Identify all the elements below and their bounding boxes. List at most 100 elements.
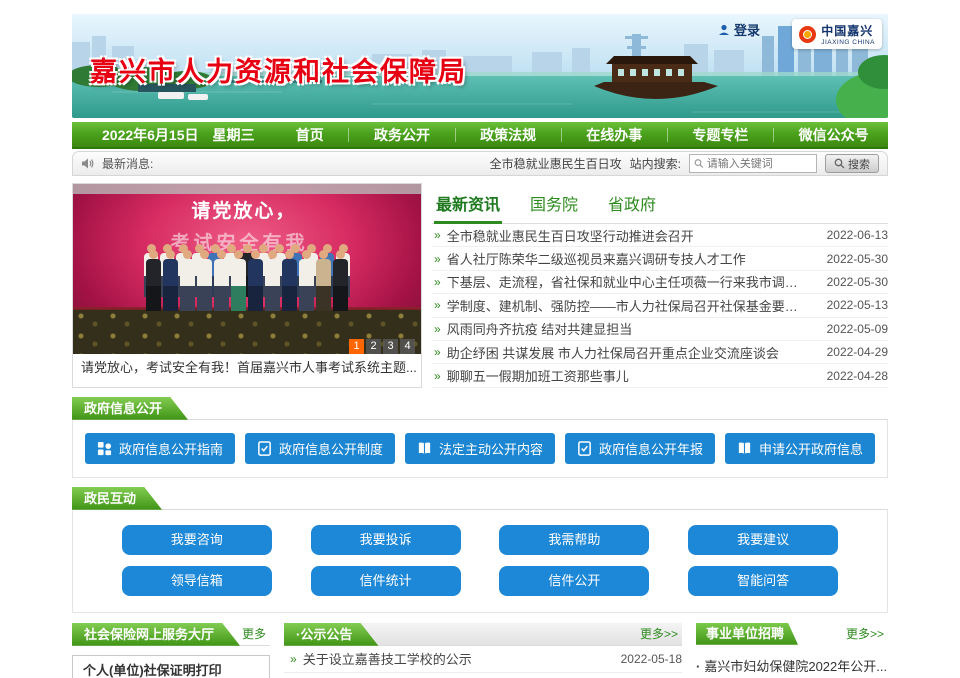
news-panel: 最新资讯 国务院 省政府 »全市稳就业惠民生百日攻坚行动推进会召开2022-06… — [432, 183, 888, 388]
login-label: 登录 — [734, 20, 760, 39]
nav-item-gov-open[interactable]: 政务公开 — [360, 125, 444, 145]
request-disclosure-button[interactable]: 申请公开政府信息 — [725, 433, 875, 464]
nav-separator — [561, 128, 562, 142]
smart-qa-button[interactable]: 智能问答 — [688, 566, 838, 596]
notice-date: 2022-05-18 — [606, 652, 682, 666]
news-date: 2022-04-28 — [812, 369, 888, 383]
photo-carousel[interactable]: 请党放心， 考试安全有我 1 2 3 4 请党放心，考试安全有我！首届嘉兴市人事… — [72, 183, 422, 388]
news-title[interactable]: 全市稳就业惠民生百日攻坚行动推进会召开 — [447, 226, 804, 245]
gov-info-guide-button[interactable]: 政府信息公开指南 — [85, 433, 235, 464]
news-title[interactable]: 省人社厅陈荣华二级巡视员来嘉兴调研专技人才工作 — [447, 249, 804, 268]
double-arrow-icon: » — [434, 298, 441, 312]
news-row[interactable]: »下基层、走流程，省社保和就业中心主任项薇一行来我市调研“国统”上线情况2022… — [432, 271, 888, 294]
button-label: 政府信息公开指南 — [119, 439, 223, 458]
page-dot-2[interactable]: 2 — [366, 339, 381, 354]
social-more-link[interactable]: 更多 — [242, 623, 270, 646]
tab-latest-news[interactable]: 最新资讯 — [434, 187, 502, 224]
logo-subtitle: JIAXING CHINA — [821, 39, 875, 46]
notice-title[interactable]: 关于设立嘉善技工学校的公示 — [303, 649, 600, 668]
news-ticker-bar: 最新消息: 全市稳就业惠民生百日攻 站内搜索: 搜索 — [72, 151, 888, 176]
suggestion-button[interactable]: 我要建议 — [688, 525, 838, 555]
page-dot-1[interactable]: 1 — [349, 339, 364, 354]
news-row[interactable]: » 助企纾困 共谋发展 市人力社保局召开重点企业交流座谈会 2022-04-29 — [432, 341, 888, 364]
recruit-row[interactable]: 嘉兴市妇幼保健院2022年公开... — [696, 656, 888, 675]
news-date: 2022-05-09 — [812, 322, 888, 336]
news-title[interactable]: 学制度、建机制、强防控——市人力社保局召开社保基金要情专题学习会 — [447, 296, 804, 315]
site-title: 嘉兴市人力资源和社会保障局 — [90, 50, 467, 89]
social-cert-print-item[interactable]: 个人(单位)社保证明打印 — [72, 655, 270, 678]
complaint-button[interactable]: 我要投诉 — [311, 525, 461, 555]
carousel-caption[interactable]: 请党放心，考试安全有我！首届嘉兴市人事考试系统主题... — [73, 354, 421, 381]
double-arrow-icon: » — [434, 322, 441, 336]
search-button[interactable]: 搜索 — [825, 154, 879, 173]
ticker-scrolling-text[interactable]: 全市稳就业惠民生百日攻 — [161, 155, 621, 172]
search-button-label: 搜索 — [848, 156, 870, 172]
news-date: 2022-05-13 — [812, 298, 888, 312]
nav-separator — [667, 128, 668, 142]
letter-stats-button[interactable]: 信件统计 — [311, 566, 461, 596]
button-label: 政府信息公开年报 — [599, 439, 703, 458]
news-title[interactable]: 下基层、走流程，省社保和就业中心主任项薇一行来我市调研“国统”上线情况 — [447, 272, 804, 291]
double-arrow-icon: » — [434, 228, 441, 242]
notice-row[interactable]: » 关于设立嘉善技工学校的公示 2022-05-18 — [284, 646, 682, 673]
news-title[interactable]: 聊聊五一假期加班工资那些事儿 — [447, 366, 804, 385]
jiaxing-logo: 中国嘉兴 JIAXING CHINA — [792, 19, 882, 49]
gov-info-system-button[interactable]: 政府信息公开制度 — [245, 433, 395, 464]
recruitment-more-link[interactable]: 更多>> — [846, 623, 888, 646]
notice-row[interactable]: »关于公布嘉兴市人力资源和社会保障局2022年度重大行政决策事...2022-0… — [284, 673, 682, 678]
double-arrow-icon: » — [434, 369, 441, 383]
news-tabs: 最新资讯 国务院 省政府 — [432, 183, 888, 224]
nav-item-wechat[interactable]: 微信公众号 — [785, 125, 883, 145]
nav-date: 2022年6月15日 星期三 — [72, 125, 277, 145]
carousel-pagination: 1 2 3 4 — [349, 339, 415, 354]
page-dot-4[interactable]: 4 — [400, 339, 415, 354]
need-help-button[interactable]: 我需帮助 — [499, 525, 649, 555]
gov-info-annual-report-button[interactable]: 政府信息公开年报 — [565, 433, 715, 464]
double-arrow-icon: » — [434, 345, 441, 359]
news-row[interactable]: » 学制度、建机制、强防控——市人力社保局召开社保基金要情专题学习会 2022-05… — [432, 294, 888, 317]
news-row[interactable]: » 风雨同舟齐抗疫 结对共建显担当 2022-05-09 — [432, 318, 888, 341]
statutory-disclosure-button[interactable]: 法定主动公开内容 — [405, 433, 555, 464]
news-date: 2022-04-29 — [812, 345, 888, 359]
social-insurance-title: 社会保险网上服务大厅 — [72, 623, 240, 646]
header-banner: 嘉兴市人力资源和社会保障局 登录 中国嘉兴 JIAXING CHINA — [72, 14, 888, 118]
doc-check-icon — [577, 441, 592, 456]
gov-info-section: 政府信息公开 政府信息公开指南 政府信息公开制度 法定主动公开内容 政府信息公开… — [72, 397, 888, 478]
nav-item-home[interactable]: 首页 — [282, 125, 338, 145]
tab-provincial-gov[interactable]: 省政府 — [606, 187, 658, 223]
nav-item-policy[interactable]: 政策法规 — [466, 125, 550, 145]
book-icon — [737, 441, 752, 456]
consult-button[interactable]: 我要咨询 — [122, 525, 272, 555]
news-title[interactable]: 助企纾困 共谋发展 市人力社保局召开重点企业交流座谈会 — [447, 343, 804, 362]
page-dot-3[interactable]: 3 — [383, 339, 398, 354]
interaction-section-title: 政民互动 — [72, 487, 162, 510]
button-label: 政府信息公开制度 — [279, 439, 383, 458]
recruitment-panel: 事业单位招聘 更多>> 嘉兴市妇幼保健院2022年公开... 2022年嘉兴市属… — [696, 623, 888, 678]
tab-state-council[interactable]: 国务院 — [528, 187, 580, 223]
social-insurance-panel: 社会保险网上服务大厅 更多 个人(单位)社保证明打印 办事指南 — [72, 623, 270, 678]
nav-item-online[interactable]: 在线办事 — [572, 125, 656, 145]
news-row[interactable]: » 聊聊五一假期加班工资那些事儿 2022-04-28 — [432, 364, 888, 387]
news-title[interactable]: 风雨同舟齐抗疫 结对共建显担当 — [447, 319, 804, 338]
logo-title: 中国嘉兴 — [821, 22, 875, 39]
nav-item-special[interactable]: 专题专栏 — [678, 125, 762, 145]
nav-separator — [773, 128, 774, 142]
book-icon — [417, 441, 432, 456]
leader-mailbox-button[interactable]: 领导信箱 — [122, 566, 272, 596]
double-arrow-icon: » — [290, 652, 297, 666]
notice-more-link[interactable]: 更多>> — [640, 623, 682, 646]
public-notice-title: ·公示公告 — [284, 623, 378, 646]
letter-disclosure-button[interactable]: 信件公开 — [499, 566, 649, 596]
date-text: 2022年6月15日 — [102, 125, 199, 145]
news-row[interactable]: »省人社厅陈荣华二级巡视员来嘉兴调研专技人才工作2022-05-30 — [432, 247, 888, 270]
news-list: »全市稳就业惠民生百日攻坚行动推进会召开2022-06-13 »省人社厅陈荣华二… — [432, 224, 888, 388]
main-nav: 2022年6月15日 星期三 首页 政务公开 政策法规 在线办事 专题专栏 微信… — [72, 122, 888, 149]
news-row[interactable]: »全市稳就业惠民生百日攻坚行动推进会召开2022-06-13 — [432, 224, 888, 247]
public-notice-panel: ·公示公告 更多>> » 关于设立嘉善技工学校的公示 2022-05-18 »关于公… — [284, 623, 682, 678]
group-photo-front-row — [73, 259, 421, 316]
search-input[interactable] — [707, 158, 812, 170]
login-button[interactable]: 登录 — [718, 20, 760, 39]
site-search-label: 站内搜索: — [630, 155, 681, 172]
nav-separator — [455, 128, 456, 142]
search-icon — [694, 158, 704, 169]
